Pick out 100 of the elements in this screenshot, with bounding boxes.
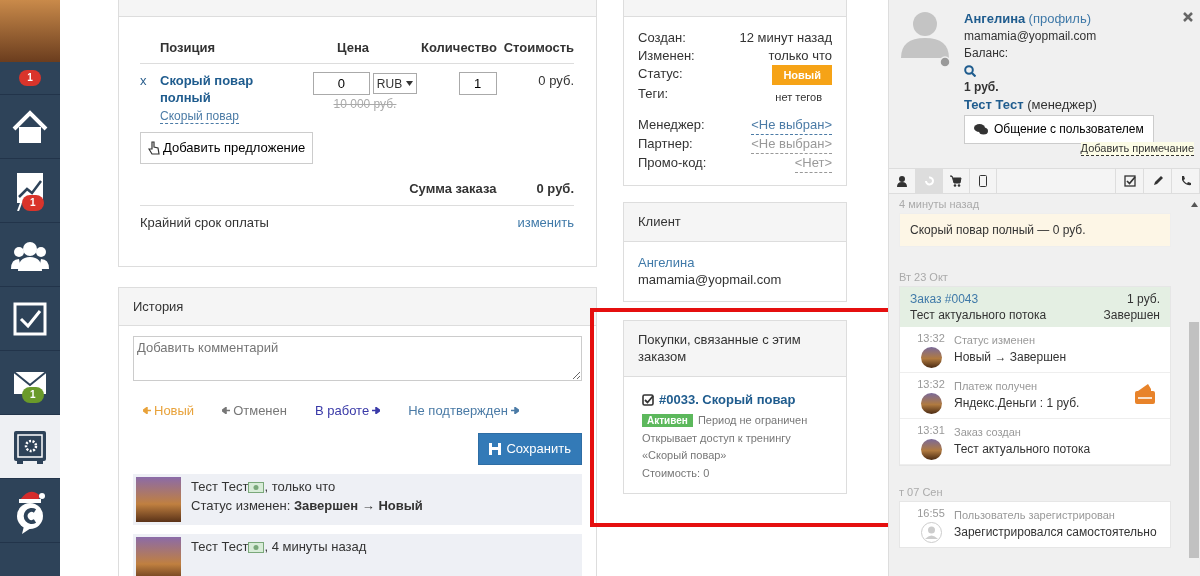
client-email: mamamia@yopmail.com (638, 272, 782, 288)
card-title: Клиент (638, 214, 681, 229)
select-link[interactable]: <Нет> (794, 154, 832, 173)
checkbox-icon (642, 393, 654, 406)
remove-link[interactable]: x (140, 71, 147, 90)
status-badge: Активен (642, 414, 693, 428)
search-icon[interactable] (964, 64, 976, 77)
quantity-field[interactable]: 1 (458, 71, 497, 95)
author-name: Тест Тест (191, 479, 249, 494)
event-title: Заказ создан (954, 425, 1021, 438)
phone-icon (1179, 175, 1192, 187)
arrow-left-icon (222, 407, 231, 415)
column-header: Количество (421, 40, 497, 55)
card-title: Покупки, связанные с этим заказом (638, 331, 801, 365)
arrow-left-icon (143, 407, 151, 415)
change-link[interactable]: изменить (517, 214, 574, 232)
tags-value: нет тегов (775, 90, 823, 105)
event-title: Пользователь зарегистрирован (954, 508, 1115, 521)
cart-icon (950, 175, 962, 187)
manager-link[interactable]: Тест Тест (964, 97, 1024, 112)
event-text: Яндекс.Деньги : 1 руб. (954, 396, 1080, 411)
event-time: 16:55 (917, 505, 945, 520)
event-time: 13:32 (917, 376, 945, 391)
pencil-icon (1151, 175, 1164, 187)
hand-pointer-icon (148, 140, 160, 155)
entry-time: , только что (264, 479, 336, 494)
wallet-icon (1134, 382, 1156, 405)
entry-time: , 4 минуты назад (264, 539, 367, 554)
field-value: 12 минут назад (739, 29, 832, 47)
description-text: Открывает доступ к тренингу «Скорый повар» (642, 431, 791, 462)
field-label: Теги: (638, 85, 669, 103)
photo-placeholder (136, 537, 181, 576)
column-header: Цена (337, 40, 369, 55)
status-link[interactable]: Отменен (222, 401, 287, 420)
total-label: Сумма заказа (409, 180, 497, 196)
field-label: Статус: (638, 65, 683, 83)
arrow-right-icon (510, 407, 519, 415)
user-icon (896, 175, 908, 187)
notification-badge: 1 (22, 195, 44, 211)
caret-icon (406, 81, 414, 87)
close-icon[interactable] (1183, 12, 1193, 22)
event-title: Статус изменен (954, 333, 1035, 346)
currency-select[interactable]: RUB (372, 73, 418, 95)
avatar-photo (920, 438, 942, 460)
old-price: 10 000 руб. (333, 96, 397, 111)
sidebar-item[interactable]: 1 (0, 159, 60, 223)
save-button[interactable]: Сохранить (478, 433, 582, 465)
banknote-icon (248, 542, 265, 554)
add-note-link[interactable]: Добавить примечание (1080, 142, 1194, 156)
profile-link[interactable]: (профиль) (1028, 11, 1092, 26)
photo-placeholder (0, 0, 60, 62)
select-link[interactable]: <Не выбран> (751, 135, 832, 154)
field-label: Партнер: (638, 135, 693, 153)
event-title: Платеж получен (954, 379, 1038, 392)
user-silhouette-icon (899, 10, 952, 68)
field-label: Изменен: (638, 47, 695, 65)
author-name: Тест Тест (191, 539, 249, 554)
avatar-photo (920, 392, 942, 414)
column-header: Позиция (160, 40, 216, 55)
manager-link[interactable]: <Не выбран> (751, 116, 832, 135)
photo-placeholder (136, 477, 181, 522)
add-offer-button[interactable]: Добавить предложение (140, 132, 314, 164)
history-icon (923, 175, 935, 187)
order-link[interactable]: Заказ #0043 (910, 290, 979, 307)
field-label: Менеджер: (638, 116, 705, 134)
user-link[interactable]: Ангелина (964, 11, 1026, 26)
status-badge: Новый (772, 65, 832, 85)
event-text: Тест актуального потока (954, 442, 1091, 457)
checkbox-icon (1123, 175, 1136, 187)
total-value: 0 руб. (536, 179, 574, 198)
notification-badge: 1 (19, 70, 41, 86)
order-subtitle: Тест актуального потока (910, 306, 1047, 323)
user-email: mamamia@yopmail.com (964, 29, 1097, 43)
comment-field[interactable]: Добавить комментарий (133, 336, 582, 382)
event-text: Новый → Завершен (954, 350, 1067, 365)
status-link[interactable]: Не подтвержден (408, 401, 519, 420)
field-value: только что (768, 47, 832, 65)
status-link[interactable]: В работе (314, 401, 381, 420)
entry-text: Статус изменен: Завершен → Новый (191, 497, 423, 515)
price-field[interactable]: 0 (312, 71, 370, 95)
scrollbar-thumb[interactable] (1189, 322, 1199, 558)
purchase-link[interactable]: #0033. Скорый повар (642, 390, 796, 409)
column-header: Стоимость (503, 40, 574, 55)
scroll-up-icon (1190, 202, 1198, 207)
event-text: Зарегистрировался самостоятельно (954, 525, 1157, 540)
banknote-icon (248, 482, 265, 494)
product-link[interactable]: Скорый повар полный (160, 71, 300, 107)
sidebar-item[interactable] (0, 415, 60, 479)
chat-button[interactable]: Общение с пользователем (964, 115, 1154, 144)
offer-link[interactable]: Скорый повар (160, 108, 239, 124)
safe-icon (12, 428, 48, 465)
client-link[interactable]: Ангелина (638, 254, 695, 270)
order-status: Завершен (1103, 306, 1160, 323)
manager-role: (менеджер) (1027, 97, 1097, 112)
notification-badge: 1 (22, 387, 44, 403)
cost-value: 0 руб. (538, 72, 574, 88)
field-label: Создан: (638, 29, 686, 47)
date-label: 4 минуты назад (899, 198, 980, 210)
checkbox-icon (12, 300, 48, 337)
order-amount: 1 руб. (1127, 290, 1160, 307)
